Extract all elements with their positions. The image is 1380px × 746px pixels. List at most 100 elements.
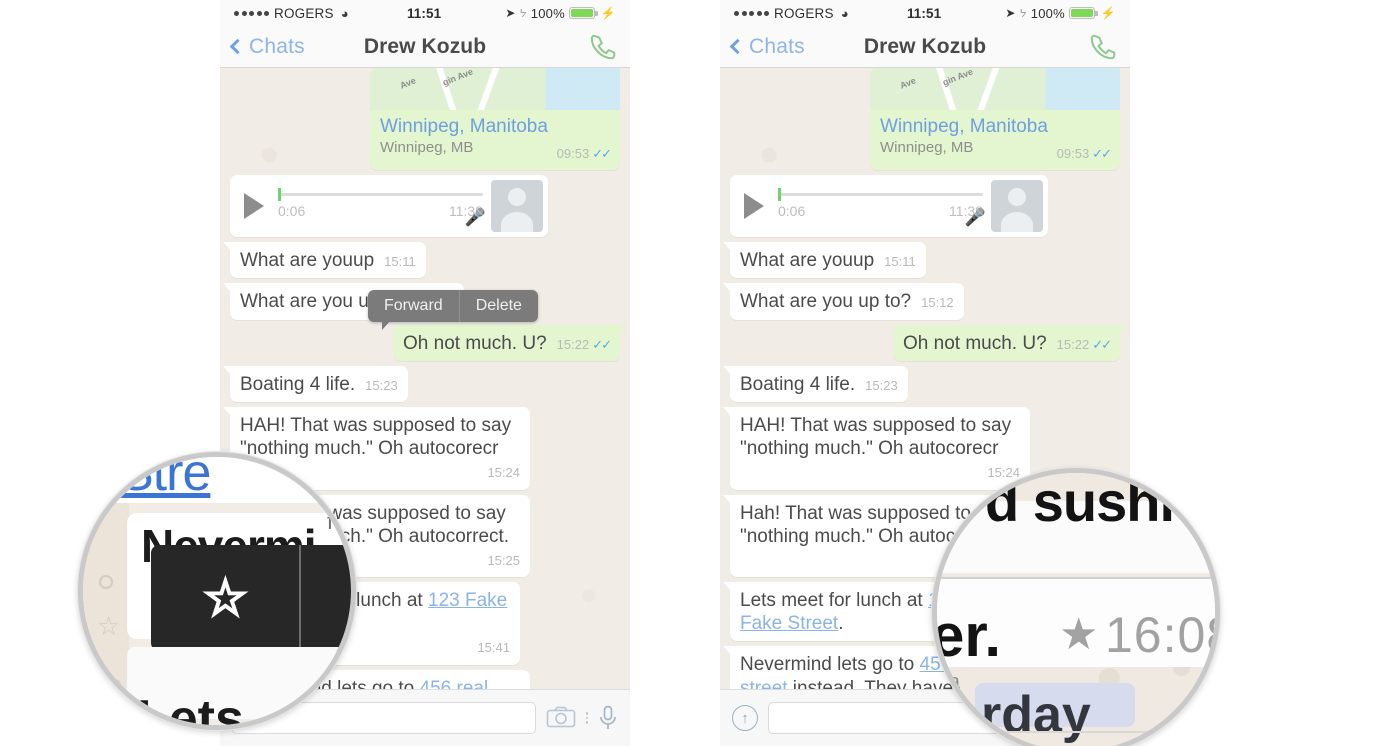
message-row: 0:06 11:38 🎤: [730, 175, 1120, 238]
voice-progress-track[interactable]: [778, 188, 983, 202]
avatar: [991, 180, 1043, 233]
message-timestamp: 15:11: [384, 254, 416, 270]
text-message-bubble[interactable]: Boating 4 life. 15:23: [223, 365, 408, 402]
message-row: What are you up to? 15:12: [723, 283, 1120, 320]
message-text: Oh not much. U?: [403, 332, 547, 354]
location-arrow-icon: ➤: [1005, 6, 1016, 20]
location-message-bubble[interactable]: Ave gin Ave Winnipeg, Manitoba Winnipeg,…: [370, 68, 620, 171]
magnifier-right: d sushi tocorrect 123 er. ★ 16:08 rda rd…: [932, 468, 1220, 746]
lightning-bolt-icon: ⚡: [1100, 6, 1116, 20]
message-row: What are youup 15:11: [723, 242, 1120, 279]
chevron-left-icon: [229, 38, 246, 55]
zoom-below-text: Lets: [137, 690, 244, 730]
screenshot-canvas: ROGERS ◕ 11:51 ➤ ᔭ 100% ⚡ Chats Drew Koz…: [0, 0, 1380, 746]
voice-duration: 0:06: [278, 203, 306, 220]
message-timestamp: 15:41: [477, 640, 510, 656]
text-message-bubble[interactable]: What are you up to? 15:12: [723, 283, 964, 320]
status-bar-clock: 11:51: [406, 5, 442, 21]
background-doodle-icon: [109, 679, 121, 691]
message-context-menu[interactable]: Forward Delete: [368, 290, 538, 330]
message-row: Boating 4 life. 15:23: [723, 365, 1120, 402]
microphone-icon: 🎤: [464, 208, 486, 228]
location-arrow-icon: ➤: [505, 6, 516, 20]
phone-icon[interactable]: [588, 32, 618, 62]
star-filled-icon: ★: [1059, 610, 1099, 659]
message-row: Boating 4 life. 15:23: [223, 365, 620, 402]
message-timestamp: 09:53: [1056, 146, 1090, 162]
menu-separator: [299, 545, 301, 651]
read-receipt-icon: ✓✓: [1092, 336, 1112, 352]
map-road-label: gin Ave: [941, 68, 975, 88]
status-bar-carrier-group: ROGERS ◕: [234, 6, 349, 21]
starred-message-timestamp: 16:08: [1105, 607, 1215, 663]
attach-up-arrow-icon[interactable]: ↑: [732, 705, 758, 731]
battery-percent-label: 100%: [530, 5, 565, 21]
message-timestamp: 15:24: [487, 465, 520, 481]
message-timestamp: 15:22: [556, 336, 590, 352]
location-message-bubble[interactable]: Ave gin Ave Winnipeg, Manitoba Winnipeg,…: [870, 68, 1120, 171]
status-bar-clock: 11:51: [906, 5, 942, 21]
text-message-bubble[interactable]: Oh not much. U? 15:22 ✓✓: [893, 324, 1127, 361]
voice-progress-group[interactable]: 0:06 11:38: [764, 188, 991, 219]
microphone-icon[interactable]: [598, 705, 618, 731]
location-card-body: Winnipeg, Manitoba Winnipeg, MB 09:53 ✓✓: [870, 110, 1120, 170]
forward-menu-item[interactable]: Forward: [368, 290, 459, 322]
text-message-bubble[interactable]: What are youup 15:11: [723, 242, 926, 279]
star-outline-icon[interactable]: ☆: [202, 572, 249, 625]
status-bar-left: ROGERS ◕ 11:51 ➤ ᔭ 100% ⚡: [220, 0, 630, 26]
back-label: Chats: [249, 34, 305, 58]
magnifier-left: ☆ Stre Hah! That was Nevermi for lu ☆ Le…: [78, 452, 356, 730]
play-icon[interactable]: [244, 193, 264, 220]
location-title: Winnipeg, Manitoba: [880, 116, 1048, 137]
status-bar-right: ROGERS ◕ 11:51 ➤ ᔭ 100% ⚡: [720, 0, 1130, 26]
read-receipt-icon: ✓✓: [592, 146, 612, 162]
bluetooth-icon: ᔭ: [519, 7, 527, 20]
phone-icon[interactable]: [1088, 32, 1118, 62]
zoom-date-divider-label: rday: [981, 686, 1091, 744]
message-text: What are youup: [240, 250, 375, 272]
message-row: Oh not much. U? 15:22 ✓✓: [730, 324, 1127, 361]
message-row: Ave gin Ave Winnipeg, Manitoba Winnipeg,…: [230, 68, 620, 171]
voice-progress-group[interactable]: 0:06 11:38: [264, 188, 491, 220]
voice-progress-track[interactable]: [278, 188, 483, 202]
location-title: Winnipeg, Manitoba: [380, 116, 548, 137]
delete-menu-item[interactable]: Delete: [458, 290, 538, 322]
back-to-chats-button[interactable]: Chats: [229, 34, 305, 59]
message-timestamp: 15:23: [865, 377, 898, 393]
carrier-label: ROGERS: [274, 5, 334, 21]
location-map-preview: Ave gin Ave: [870, 68, 1120, 110]
voice-message-bubble[interactable]: 0:06 11:38 🎤: [730, 175, 1048, 238]
avatar: [491, 180, 543, 233]
message-timestamp: 15:12: [921, 295, 954, 311]
message-text: What are youup: [740, 250, 875, 272]
message-text: Oh not much. U?: [903, 332, 1047, 354]
signal-strength-icon: [234, 10, 269, 16]
read-receipt-icon: ✓✓: [592, 336, 612, 352]
star-action-bar[interactable]: ☆: [151, 545, 351, 651]
lightning-bolt-icon: ⚡: [600, 6, 616, 20]
back-to-chats-button[interactable]: Chats: [729, 35, 805, 59]
play-icon[interactable]: [744, 193, 764, 220]
zoom-context-link: 123: [932, 509, 965, 531]
camera-icon[interactable]: [546, 706, 576, 730]
status-bar-right-group: ➤ ᔭ 100% ⚡: [1005, 6, 1116, 21]
battery-icon: [568, 7, 598, 19]
background-doodle-icon: ☆: [97, 611, 121, 641]
background-doodle-icon: [99, 575, 113, 589]
status-bar-right-group: ➤ ᔭ 100% ⚡: [505, 6, 616, 21]
battery-icon: [1068, 7, 1098, 19]
text-message-bubble[interactable]: Oh not much. U? 15:22 ✓✓: [393, 324, 627, 361]
text-message-bubble[interactable]: What are youup 15:11: [223, 242, 426, 279]
message-row: Ave gin Ave Winnipeg, Manitoba Winnipeg,…: [730, 68, 1120, 171]
bluetooth-icon: ᔭ: [1019, 7, 1027, 20]
text-message-bubble[interactable]: Boating 4 life. 15:23: [723, 365, 908, 402]
voice-message-bubble[interactable]: 0:06 11:38 🎤: [230, 175, 548, 238]
battery-percent-label: 100%: [1030, 5, 1065, 21]
microphone-icon: 🎤: [964, 208, 986, 228]
more-options-icon[interactable]: [585, 712, 588, 724]
zoom-link-fragment: Stre: [119, 452, 211, 502]
zoom-input-bar-edge: [937, 731, 1215, 733]
message-text: Boating 4 life.: [240, 373, 356, 395]
message-timestamp: 15:22: [1056, 336, 1090, 352]
nav-bar-right: Chats Drew Kozub: [720, 26, 1130, 68]
